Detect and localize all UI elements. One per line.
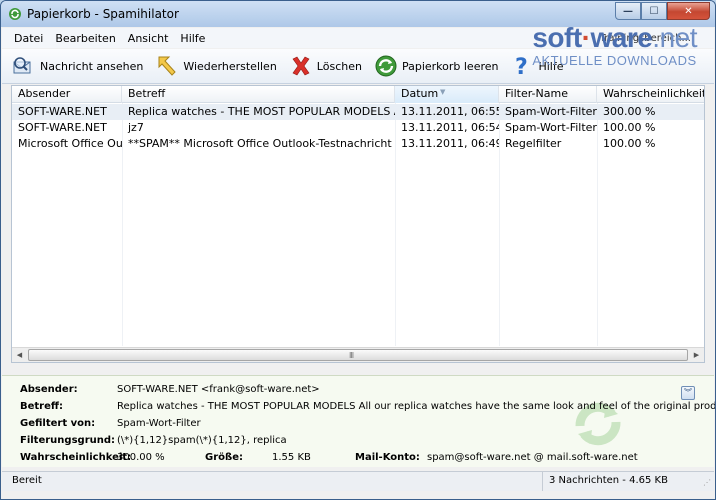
probability-label: Wahrscheinlichkeit: bbox=[20, 452, 132, 463]
menu-hilfe[interactable]: Hilfe bbox=[174, 32, 211, 45]
cell-filter: Regelfilter bbox=[505, 137, 562, 150]
mail-account-value: spam@soft-ware.net @ mail.soft-ware.net bbox=[427, 452, 638, 463]
cell-date: 13.11.2011, 06:55 bbox=[401, 105, 499, 118]
svg-text:?: ? bbox=[515, 55, 528, 78]
empty-bin-button[interactable]: Papierkorb leeren bbox=[374, 54, 499, 78]
scrollbar-grip: III bbox=[349, 351, 354, 360]
recycle-icon bbox=[374, 54, 398, 78]
scroll-right-icon[interactable]: ▶ bbox=[689, 348, 704, 362]
list-rows: SOFT-WARE.NET Replica watches - THE MOST… bbox=[12, 104, 704, 152]
table-row[interactable]: SOFT-WARE.NET jz7 13.11.2011, 06:54 Spam… bbox=[12, 120, 704, 136]
filtered-by-value: Spam-Wort-Filter bbox=[117, 418, 201, 429]
cell-date: 13.11.2011, 06:54 bbox=[401, 121, 499, 134]
column-header-sender[interactable]: Absender bbox=[12, 86, 122, 103]
filter-reason-label: Filterungsgrund: bbox=[20, 435, 116, 446]
size-label: Größe: bbox=[205, 452, 243, 463]
close-button[interactable]: ✕ bbox=[667, 2, 710, 20]
window-controls: — ☐ ✕ bbox=[615, 2, 710, 20]
menu-datei[interactable]: Datei bbox=[8, 32, 49, 45]
cell-date: 13.11.2011, 06:49 bbox=[401, 137, 499, 150]
toolbar: Nachricht ansehen Wiederherstellen Lösch… bbox=[2, 49, 714, 84]
cell-probability: 100.00 % bbox=[603, 137, 656, 150]
cell-sender: SOFT-WARE.NET bbox=[18, 121, 107, 134]
cell-probability: 100.00 % bbox=[603, 121, 656, 134]
subject-label: Betreff: bbox=[20, 401, 63, 412]
delete-x-icon bbox=[289, 54, 313, 78]
cell-probability: 300.00 % bbox=[603, 105, 656, 118]
filter-reason-value: (\*){1,12}spam(\*){1,12}, replica bbox=[117, 435, 287, 446]
column-header-subject[interactable]: Betreff bbox=[122, 86, 395, 103]
status-text: Bereit bbox=[12, 475, 42, 486]
minimize-icon: — bbox=[623, 5, 633, 17]
magnifier-icon bbox=[12, 54, 36, 78]
cell-subject: jz7 bbox=[128, 121, 144, 134]
delete-button[interactable]: Löschen bbox=[289, 54, 362, 78]
help-button[interactable]: ? Hilfe bbox=[510, 54, 563, 78]
restore-arrow-icon bbox=[155, 54, 179, 78]
expand-details-button[interactable]: ︾ bbox=[681, 386, 695, 400]
cell-sender: Microsoft Office Outl... bbox=[18, 137, 122, 150]
status-summary: 3 Nachrichten - 4.65 KB bbox=[542, 472, 668, 491]
maximize-icon: ☐ bbox=[649, 5, 659, 17]
filtered-by-label: Gefiltert von: bbox=[20, 418, 96, 429]
restore-button[interactable]: Wiederherstellen bbox=[155, 54, 277, 78]
horizontal-scrollbar[interactable]: ◀ III ▶ bbox=[12, 347, 704, 362]
window-title: Papierkorb - Spamihilator bbox=[27, 7, 179, 21]
app-window: Papierkorb - Spamihilator — ☐ ✕ Datei Be… bbox=[0, 0, 716, 500]
subject-value: Replica watches - THE MOST POPULAR MODEL… bbox=[117, 401, 716, 412]
maximize-button[interactable]: ☐ bbox=[641, 2, 667, 20]
training-area-link[interactable]: Trainingsbereich... bbox=[600, 33, 691, 44]
sort-down-icon: ▼ bbox=[440, 88, 446, 96]
message-details-panel: Absender: SOFT-WARE.NET <frank@soft-ware… bbox=[2, 375, 716, 467]
resize-grip-icon[interactable]: ⋰ bbox=[703, 478, 711, 487]
restore-label: Wiederherstellen bbox=[183, 59, 277, 73]
scroll-left-icon[interactable]: ◀ bbox=[12, 348, 27, 362]
sender-label: Absender: bbox=[20, 384, 78, 395]
column-header-probability[interactable]: Wahrscheinlichkeit bbox=[597, 86, 704, 103]
size-value: 1.55 KB bbox=[272, 452, 311, 463]
table-row[interactable]: SOFT-WARE.NET Replica watches - THE MOST… bbox=[12, 104, 704, 120]
cell-filter: Spam-Wort-Filter bbox=[505, 105, 597, 118]
recycle-bin-icon bbox=[9, 8, 21, 20]
menu-ansicht[interactable]: Ansicht bbox=[122, 32, 175, 45]
help-label: Hilfe bbox=[538, 59, 564, 73]
delete-label: Löschen bbox=[316, 59, 362, 73]
cell-subject: **SPAM** Microsoft Office Outlook-Testna… bbox=[128, 137, 392, 150]
view-message-label: Nachricht ansehen bbox=[40, 59, 144, 73]
chevron-down-icon: ︾ bbox=[684, 388, 692, 397]
column-header-date[interactable]: Datum ▼ bbox=[395, 86, 499, 103]
view-message-button[interactable]: Nachricht ansehen bbox=[12, 54, 143, 78]
empty-bin-label: Papierkorb leeren bbox=[401, 59, 499, 73]
mail-account-label: Mail-Konto: bbox=[355, 452, 420, 463]
close-icon: ✕ bbox=[684, 5, 693, 17]
status-bar: Bereit 3 Nachrichten - 4.65 KB ⋰ bbox=[2, 471, 714, 491]
cell-filter: Spam-Wort-Filter bbox=[505, 121, 597, 134]
help-question-icon: ? bbox=[510, 54, 534, 78]
cell-sender: SOFT-WARE.NET bbox=[18, 105, 107, 118]
probability-value: 300.00 % bbox=[117, 452, 165, 463]
menu-bearbeiten[interactable]: Bearbeiten bbox=[49, 32, 121, 45]
table-row[interactable]: Microsoft Office Outl... **SPAM** Micros… bbox=[12, 136, 704, 152]
cell-subject: Replica watches - THE MOST POPULAR MODEL… bbox=[128, 105, 395, 118]
minimize-button[interactable]: — bbox=[615, 2, 641, 20]
message-list[interactable]: Absender Betreff Datum ▼ Filter-Name Wahr… bbox=[11, 85, 705, 363]
scrollbar-thumb[interactable]: III bbox=[28, 349, 688, 361]
list-header: Absender Betreff Datum ▼ Filter-Name Wahr… bbox=[12, 86, 704, 103]
sender-value: SOFT-WARE.NET <frank@soft-ware.net> bbox=[117, 384, 320, 395]
column-header-filter[interactable]: Filter-Name bbox=[499, 86, 597, 103]
title-bar[interactable]: Papierkorb - Spamihilator — ☐ ✕ bbox=[1, 1, 715, 27]
